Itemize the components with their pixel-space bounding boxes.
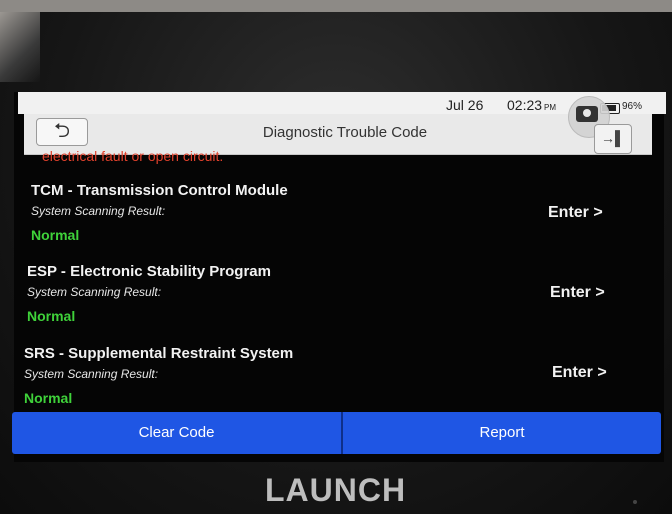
- back-button[interactable]: ⮌: [36, 118, 88, 146]
- module-status: Normal: [27, 308, 76, 324]
- back-arrow-icon: ⮌: [53, 120, 71, 142]
- module-enter-button[interactable]: Enter >: [550, 284, 605, 302]
- report-button[interactable]: Report: [343, 412, 661, 454]
- status-time: 02:23 PM: [507, 97, 556, 113]
- module-title: TCM - Transmission Control Module: [31, 182, 288, 199]
- module-scan-label: System Scanning Result:: [27, 285, 162, 299]
- bezel-dot: [633, 500, 637, 504]
- exit-icon: →▌: [601, 130, 625, 146]
- module-scan-label: System Scanning Result:: [24, 367, 159, 381]
- module-status: Normal: [31, 227, 80, 243]
- bezel-corner-highlight: [0, 12, 40, 82]
- module-title: ESP - Electronic Stability Program: [27, 263, 271, 280]
- battery-percent: 96%: [622, 101, 643, 112]
- brand-logo: LAUNCH: [265, 472, 407, 508]
- status-ampm: PM: [544, 103, 557, 112]
- status-clock: 02:23: [507, 97, 543, 113]
- camera-lens: [583, 109, 591, 117]
- module-scan-label: System Scanning Result:: [31, 204, 166, 218]
- module-title: SRS - Supplemental Restraint System: [24, 345, 294, 362]
- module-enter-button[interactable]: Enter >: [548, 204, 603, 222]
- exit-button[interactable]: →▌: [594, 124, 632, 154]
- module-enter-button[interactable]: Enter >: [552, 364, 607, 382]
- status-date: Jul 26: [446, 97, 484, 113]
- module-item-tcm[interactable]: TCM - Transmission Control Module System…: [0, 180, 672, 260]
- bezel-top-edge: [0, 0, 672, 12]
- module-item-esp[interactable]: ESP - Electronic Stability Program Syste…: [0, 262, 672, 342]
- page-title: Diagnostic Trouble Code: [262, 124, 428, 141]
- fault-message: electrical fault or open circuit.: [42, 148, 224, 164]
- module-status: Normal: [24, 390, 73, 406]
- clear-code-button[interactable]: Clear Code: [12, 412, 341, 454]
